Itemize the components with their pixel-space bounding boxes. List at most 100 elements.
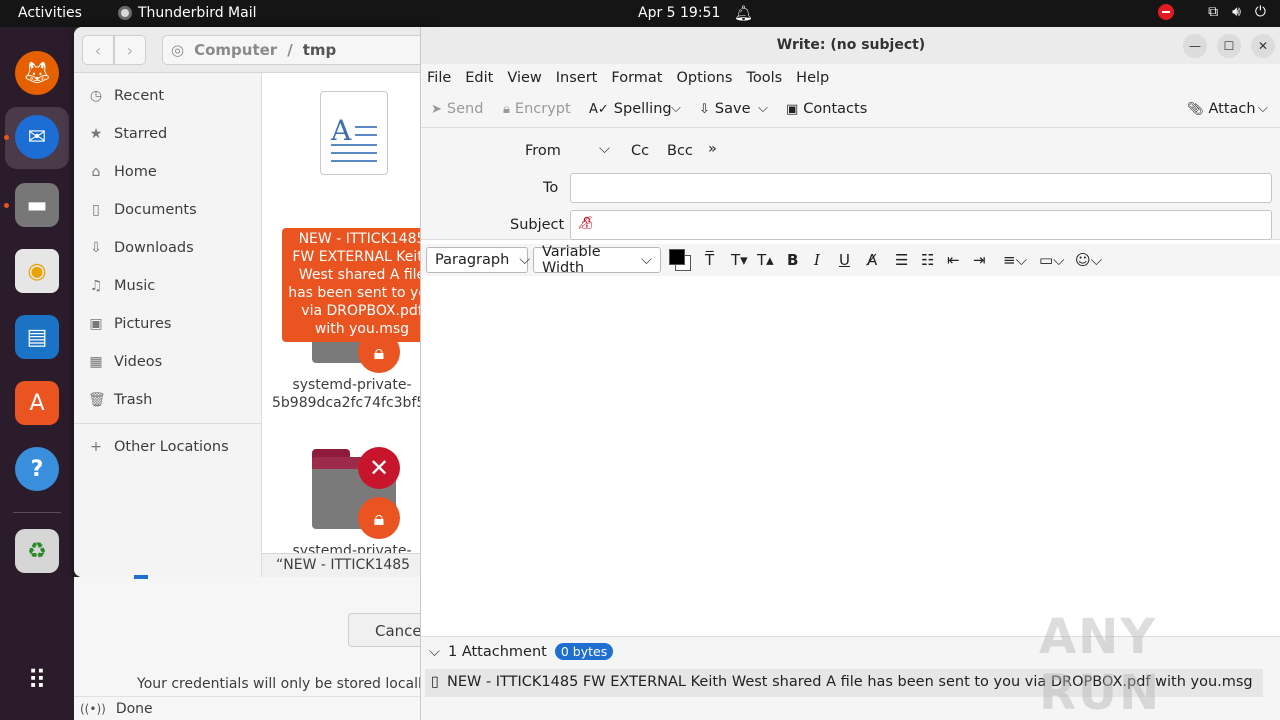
forward-button[interactable]: › (114, 35, 146, 65)
menu-options[interactable]: Options (676, 70, 732, 86)
cc-button[interactable]: Cc (631, 143, 649, 159)
activities-button[interactable]: Activities (18, 5, 82, 21)
writer-icon[interactable]: ▤ (15, 315, 59, 359)
activity-icon: ((•)) (80, 702, 106, 716)
file-icon: ▯ (431, 674, 439, 690)
minimize-button[interactable]: — (1183, 34, 1207, 58)
insert-image-icon[interactable]: ▭⌵ (1039, 251, 1065, 269)
menu-tools[interactable]: Tools (746, 70, 782, 86)
app-grid-icon[interactable]: ⠿ (15, 659, 59, 703)
sidebar-item-starred[interactable]: ★ Starred (74, 115, 261, 153)
attach-dropdown[interactable]: ⌵ (1258, 101, 1268, 116)
format-toolbar: Paragraph ⌵ Variable Width ⌵ T̅ T▾ T▴ B I … (421, 244, 1280, 276)
bcc-button[interactable]: Bcc (667, 143, 693, 159)
path-segment-computer[interactable]: Computer (194, 41, 277, 59)
underline-icon[interactable]: U (839, 251, 850, 269)
firefox-icon[interactable]: 🦊︎ (15, 51, 59, 95)
message-body[interactable] (421, 276, 1280, 636)
indent-icon[interactable]: ⇥ (973, 251, 986, 269)
from-dropdown[interactable]: ⌵ (599, 141, 610, 157)
sidebar-item-videos[interactable]: ▦ Videos (74, 343, 261, 381)
subject-field[interactable]: 🔏︎ (570, 210, 1272, 240)
encrypt-button[interactable]: 🔒︎ Encrypt (503, 101, 571, 117)
text-color-swatch[interactable] (669, 249, 685, 265)
thunderbird-icon[interactable]: ✉ (15, 115, 59, 159)
more-recipients-icon[interactable]: » (708, 141, 717, 157)
selected-file-label[interactable]: NEW - ITTICK1485 FW EXTERNAL Keith West … (282, 228, 434, 342)
spelling-button[interactable]: A✓ Spelling (589, 101, 672, 117)
numbered-list-icon[interactable]: ☷ (921, 251, 934, 269)
to-field[interactable] (570, 173, 1272, 203)
save-dropdown[interactable]: ⌵ (758, 101, 768, 116)
files-icon[interactable]: ▬ (15, 183, 59, 227)
chevron-down-icon: ⌵ (671, 101, 681, 116)
sidebar-item-label: Starred (114, 126, 168, 142)
text-style-icon[interactable]: A̸ (867, 251, 877, 269)
attachment-toggle[interactable]: ⌵ 1 Attachment 0 bytes (429, 643, 614, 660)
save-button[interactable]: ⇩ Save (699, 101, 751, 117)
sidebar-item-label: Trash (114, 392, 153, 408)
font-size-reset-icon[interactable]: T̅ (705, 251, 714, 269)
italic-icon[interactable]: I (814, 251, 820, 269)
credentials-note: Your credentials will only be stored loc… (137, 676, 431, 692)
save-label: Save (714, 101, 751, 117)
spelling-dropdown[interactable]: ⌵ (671, 101, 681, 116)
trash-icon[interactable]: ♻ (15, 529, 59, 573)
menu-help[interactable]: Help (796, 70, 829, 86)
system-tray[interactable]: ⧉ 🔊︎ ⏻ (1158, 4, 1266, 20)
sidebar-item-trash[interactable]: 🗑︎ Trash (74, 381, 261, 419)
send-button[interactable]: ➤ Send (431, 101, 483, 117)
no-encryption-icon: 🔏︎ (577, 216, 594, 231)
contacts-button[interactable]: ▣ Contacts (786, 101, 867, 117)
bulleted-list-icon[interactable]: ☰ (895, 251, 908, 269)
sidebar-item-music[interactable]: ♫ Music (74, 267, 261, 305)
sidebar-item-other-locations[interactable]: + Other Locations (74, 428, 261, 466)
help-icon[interactable]: ? (15, 447, 59, 491)
text-line (331, 144, 377, 146)
app-name: Thunderbird Mail (138, 5, 257, 21)
send-icon: ➤ (431, 101, 442, 117)
attach-button[interactable]: 📎︎ Attach (1187, 101, 1256, 117)
emoji-icon[interactable]: ☺⌵ (1075, 251, 1102, 269)
software-icon[interactable]: A (15, 381, 59, 425)
color-picker[interactable] (669, 249, 691, 271)
font-select[interactable]: Variable Width ⌵ (533, 244, 661, 276)
sidebar-item-downloads[interactable]: ⇩ Downloads (74, 229, 261, 267)
cancel-button[interactable]: Cance (348, 613, 428, 647)
document-file-icon[interactable]: A (320, 91, 388, 175)
sidebar-item-home[interactable]: ⌂ Home (74, 153, 261, 191)
clock[interactable]: Apr 5 19:51 (638, 5, 720, 21)
bold-icon[interactable]: B (787, 251, 798, 269)
paragraph-format-select[interactable]: Paragraph ⌵ (426, 247, 530, 273)
recording-icon[interactable] (1158, 4, 1175, 20)
menu-format[interactable]: Format (611, 70, 662, 86)
volume-icon: 🔊︎ (1232, 4, 1241, 20)
outdent-icon[interactable]: ⇤ (947, 251, 960, 269)
folder-name[interactable]: systemd-private-5b989dca2fc74fc3bf572071… (272, 376, 434, 412)
maximize-button[interactable]: ☐ (1217, 34, 1241, 58)
home-icon: ⌂ (91, 164, 101, 180)
font-larger-icon[interactable]: T▴ (757, 251, 774, 269)
to-label: To (543, 180, 559, 196)
contacts-label: Contacts (803, 101, 868, 117)
align-icon[interactable]: ≡⌵ (1003, 251, 1027, 269)
menu-view[interactable]: View (507, 70, 541, 86)
sidebar-item-documents[interactable]: ▯ Documents (74, 191, 261, 229)
path-bar[interactable]: ◎ Computer / tmp (162, 35, 434, 65)
menu-insert[interactable]: Insert (556, 70, 598, 86)
path-segment-tmp[interactable]: tmp (303, 41, 337, 59)
sidebar-item-label: Music (114, 278, 156, 294)
text-line (331, 160, 377, 162)
sidebar-item-recent[interactable]: ◷ Recent (74, 77, 261, 115)
path-separator: / (287, 41, 293, 59)
back-button[interactable]: ‹ (82, 35, 114, 65)
power-icon: ⏻ (1254, 4, 1266, 20)
font-smaller-icon[interactable]: T▾ (731, 251, 748, 269)
rhythmbox-icon[interactable]: ◉ (15, 249, 59, 293)
menu-file[interactable]: File (427, 70, 451, 86)
sidebar-item-pictures[interactable]: ▣ Pictures (74, 305, 261, 343)
menu-edit[interactable]: Edit (465, 70, 493, 86)
font-value: Variable Width (542, 244, 601, 276)
close-button[interactable]: ✕ (1251, 34, 1275, 58)
app-menu[interactable]: Thunderbird Mail (118, 5, 257, 21)
